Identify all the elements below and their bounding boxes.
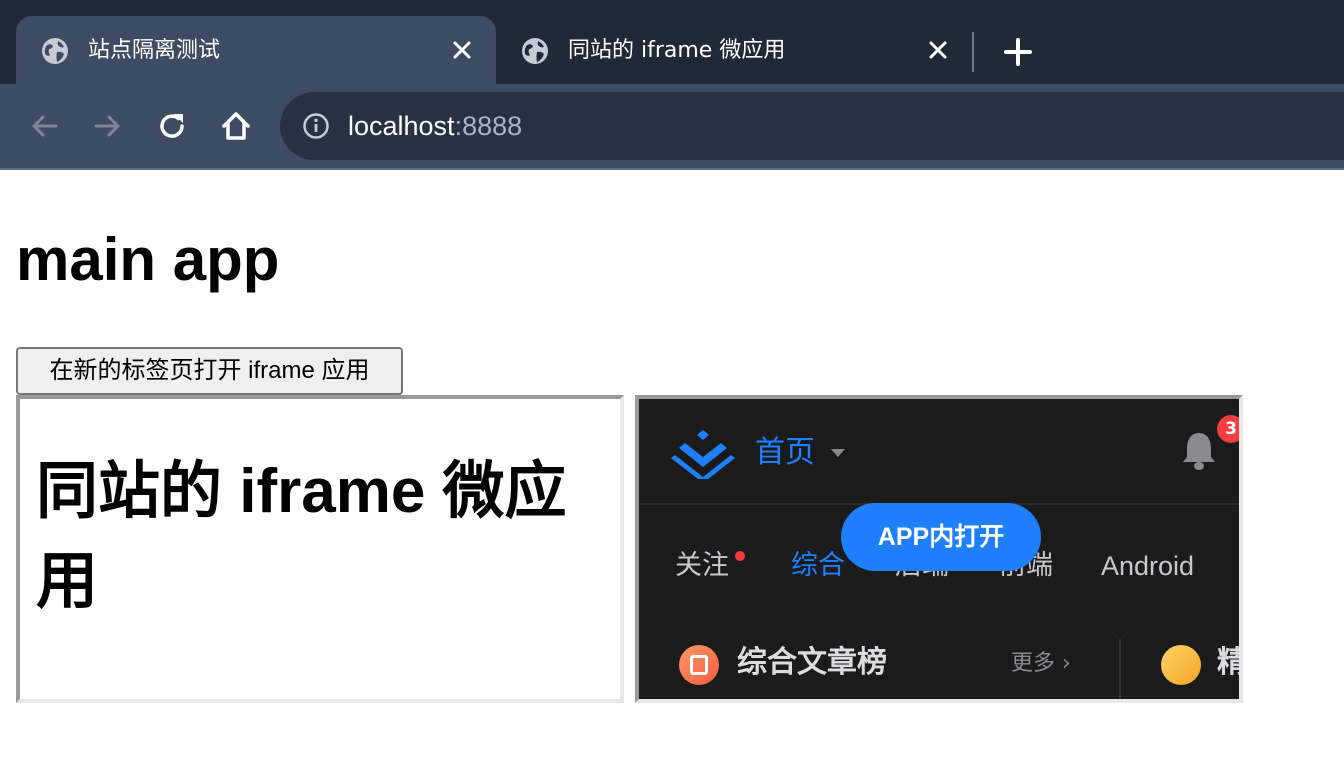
article-ranking-section: 综合文章榜 更多 › 精 (639, 629, 1239, 699)
more-link[interactable]: 更多 › (1011, 649, 1071, 679)
bell-icon[interactable] (1179, 429, 1219, 471)
browser-tabstrip: 站点隔离测试 同站的 iframe 微应用 (0, 0, 1344, 84)
juejin-header: 首页 3 (639, 399, 1239, 505)
info-icon[interactable] (302, 112, 330, 140)
tab-separator (972, 32, 974, 72)
new-tab-icon[interactable] (1000, 34, 1036, 70)
url-port: :8888 (454, 111, 523, 141)
browser-tab-1[interactable]: 站点隔离测试 (16, 16, 496, 84)
chevron-right-icon: › (1055, 651, 1071, 676)
page-content: main app 在新的标签页打开 iframe 应用 同站的 iframe 微… (0, 172, 1344, 782)
chevron-down-icon[interactable] (831, 449, 845, 457)
tab-title: 同站的 iframe 微应用 (568, 38, 786, 63)
ranking-icon (679, 645, 719, 685)
iframe-heading: 同站的 iframe 微应用 (36, 457, 567, 616)
page-title: main app (16, 226, 280, 293)
close-icon[interactable] (926, 38, 950, 62)
same-site-iframe: 同站的 iframe 微应用 (16, 395, 624, 703)
home-icon[interactable] (218, 108, 254, 144)
tab-recommended[interactable]: 综合 (791, 547, 845, 585)
more-label: 更多 (1011, 651, 1056, 676)
juejin-logo-icon[interactable] (671, 427, 735, 479)
open-in-app-button[interactable]: APP内打开 (841, 503, 1041, 571)
section-divider (1119, 639, 1121, 699)
close-icon[interactable] (450, 38, 474, 62)
address-url[interactable]: localhost:8888 (348, 108, 522, 144)
tab-title: 站点隔离测试 (88, 38, 221, 63)
address-bar[interactable]: localhost:8888 (280, 92, 1344, 160)
tab-android[interactable]: Android (1101, 547, 1194, 585)
ranking-title: 综合文章榜 (737, 645, 887, 680)
back-arrow-icon[interactable] (26, 108, 62, 144)
tab-following[interactable]: 关注 (675, 547, 729, 585)
url-host: localhost (348, 111, 455, 141)
juejin-iframe: 首页 3 关注 综合 后端 前端 Android APP内打开 综合文章榜 更多… (635, 395, 1243, 703)
globe-icon (42, 38, 68, 64)
reload-icon[interactable] (154, 108, 190, 144)
browser-tab-2[interactable]: 同站的 iframe 微应用 (496, 16, 972, 84)
unread-dot (735, 551, 745, 561)
collection-icon (1161, 645, 1201, 685)
globe-icon (522, 38, 548, 64)
open-iframe-in-new-tab-button[interactable]: 在新的标签页打开 iframe 应用 (16, 347, 403, 395)
ranking-title-2: 精 (1217, 641, 1239, 685)
notification-badge: 3 (1217, 415, 1239, 443)
home-nav-link[interactable]: 首页 (755, 433, 815, 473)
browser-toolbar: localhost:8888 (0, 84, 1344, 170)
forward-arrow-icon[interactable] (90, 108, 126, 144)
